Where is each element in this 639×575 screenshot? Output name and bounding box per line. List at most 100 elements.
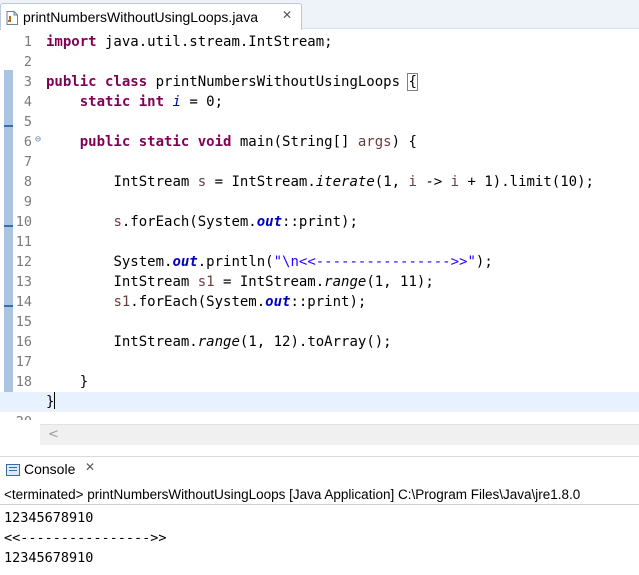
java-file-icon [6,11,18,25]
code-text: .forEach(System. [121,214,257,230]
console-tab-bar: Console ✕ [0,456,639,483]
line-number: 2 [23,54,32,70]
line-number: 8 [23,174,32,190]
matching-brace: { [407,73,418,91]
fold-collapse-icon[interactable]: ⊖ [35,135,41,145]
line-number: 12 [15,254,32,270]
code-text: (1, 11); [366,274,434,290]
code-text: main(String[] [231,134,358,150]
line-number: 7 [23,154,32,170]
code-text: ::print); [282,214,358,230]
close-icon[interactable]: ✕ [282,8,292,22]
code-text: = IntStream. [206,174,316,190]
editor-tab-bar: printNumbersWithoutUsingLoops.java ✕ [0,0,639,30]
parameter: args [357,134,392,150]
local-variable: s [113,214,122,230]
line-number: 3 [23,74,32,90]
closing-brace: } [79,374,89,390]
line-number: 6 [23,134,32,150]
local-variable: s [197,174,207,190]
console-output-line: <<---------------->> [4,530,167,546]
code-text: .println( [197,254,274,270]
line-number: 15 [15,314,32,330]
static-method: iterate [315,174,375,190]
keyword: public static void [79,134,232,150]
code-text: ) { [391,134,417,150]
code-text: ); [475,254,493,270]
code-text: IntStream. [113,334,198,350]
line-number: 9 [23,194,32,210]
local-variable: s1 [113,294,131,310]
code-line-4: static int i = 0; [46,92,639,112]
code-text: = IntStream. [214,274,325,290]
static-field: i [172,94,181,110]
code-line-10: s.forEach(System.out::print); [46,212,639,232]
line-number: 16 [15,334,32,350]
code-text[interactable]: import java.util.stream.IntStream; publi… [0,32,639,412]
console-icon [6,464,20,476]
code-line-13: IntStream s1 = IntStream.range(1, 11); [46,272,639,292]
lambda-param: i [450,174,460,190]
code-line-1: import java.util.stream.IntStream; [46,32,639,52]
code-line-8: IntStream s = IntStream.iterate(1, i -> … [46,172,639,192]
console-output-line: 12345678910 [4,550,94,566]
code-text: .forEach(System. [130,294,266,310]
code-text: + 1).limit(10); [459,174,594,190]
keyword: import [46,34,97,50]
line-number: 4 [23,94,32,110]
scroll-left-icon[interactable]: < [48,427,59,442]
console-status-line: <terminated> printNumbersWithoutUsingLoo… [0,485,639,505]
code-line-14: s1.forEach(System.out::print); [46,292,639,312]
code-line-18: } [46,372,639,392]
editor-tab-label: printNumbersWithoutUsingLoops.java [23,9,258,25]
code-line-19-current: } [0,392,639,412]
code-line-6: public static void main(String[] args) { [46,132,639,152]
line-number: 5 [23,114,32,130]
code-text: IntStream [113,174,198,190]
static-method: range [324,274,367,290]
static-method: range [197,334,240,350]
code-text: IntStream [113,274,198,290]
code-text: (1, [374,174,409,190]
keyword: static int [79,94,165,110]
code-text: = 0; [180,94,224,110]
horizontal-scrollbar[interactable]: < [40,424,639,445]
line-number: 18 [15,374,32,390]
line-number: 10 [15,214,32,230]
console-output[interactable]: 12345678910 <<---------------->> 1234567… [4,508,167,568]
line-number: 1 [23,34,32,50]
close-icon[interactable]: ✕ [85,460,95,474]
line-number: 11 [15,234,32,250]
static-field: out [256,214,283,230]
line-number: 14 [15,294,32,310]
line-number: 17 [15,354,32,370]
line-number: 13 [15,274,32,290]
static-field: out [265,294,291,310]
text-caret [54,392,56,409]
code-line-16: IntStream.range(1, 12).toArray(); [46,332,639,352]
line-number-gutter: 1 2 3 4 5 6 7 8 9 10 11 12 13 14 15 16 1… [0,32,34,420]
code-editor[interactable]: 1 2 3 4 5 6 7 8 9 10 11 12 13 14 15 16 1… [0,30,639,420]
class-name: printNumbersWithoutUsingLoops [147,74,409,90]
console-tab-label[interactable]: Console [24,461,75,477]
editor-tab-java-file[interactable]: printNumbersWithoutUsingLoops.java ✕ [0,3,302,30]
console-output-line: 12345678910 [4,510,94,526]
keyword: public class [46,74,148,90]
code-text: ::print); [290,294,367,310]
lambda-param: i [408,174,417,190]
code-text: System. [113,254,173,270]
